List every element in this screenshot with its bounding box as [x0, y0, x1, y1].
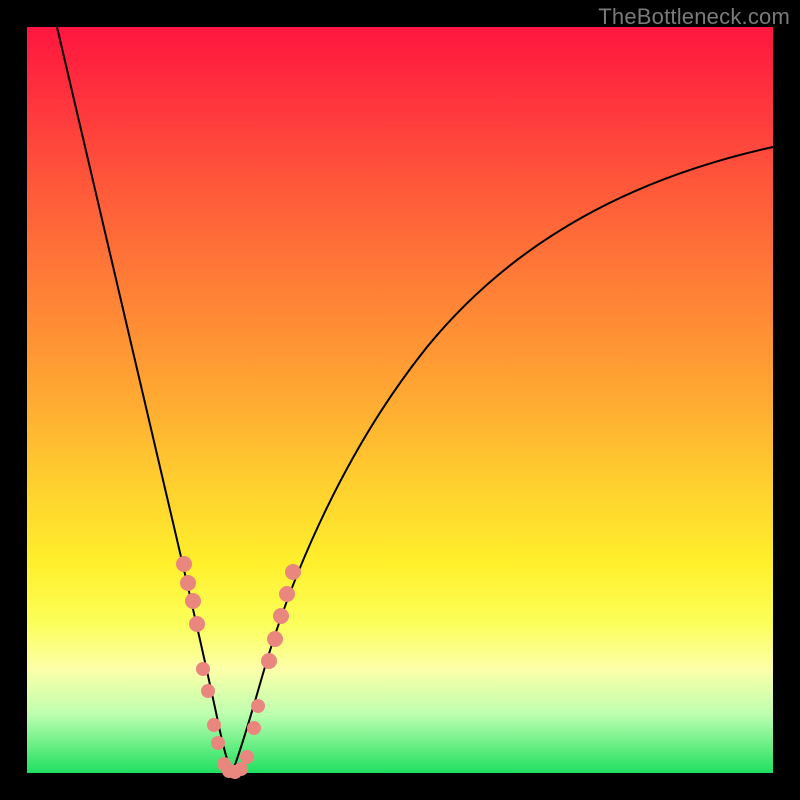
- marker: [196, 662, 210, 676]
- marker: [234, 762, 248, 776]
- marker-group: [176, 556, 301, 779]
- marker: [247, 721, 261, 735]
- marker: [201, 684, 215, 698]
- marker: [279, 586, 295, 602]
- marker: [285, 564, 301, 580]
- marker: [251, 699, 265, 713]
- left-curve: [57, 27, 232, 773]
- marker: [240, 750, 254, 764]
- marker: [267, 631, 283, 647]
- curve-layer: [27, 27, 773, 773]
- marker: [176, 556, 192, 572]
- marker: [211, 736, 225, 750]
- marker: [207, 718, 221, 732]
- marker: [185, 593, 201, 609]
- watermark-text: TheBottleneck.com: [598, 4, 790, 30]
- plot-area: [27, 27, 773, 773]
- marker: [273, 608, 289, 624]
- marker: [189, 616, 205, 632]
- marker: [261, 653, 277, 669]
- chart-frame: TheBottleneck.com: [0, 0, 800, 800]
- marker: [180, 575, 196, 591]
- right-curve: [232, 147, 773, 773]
